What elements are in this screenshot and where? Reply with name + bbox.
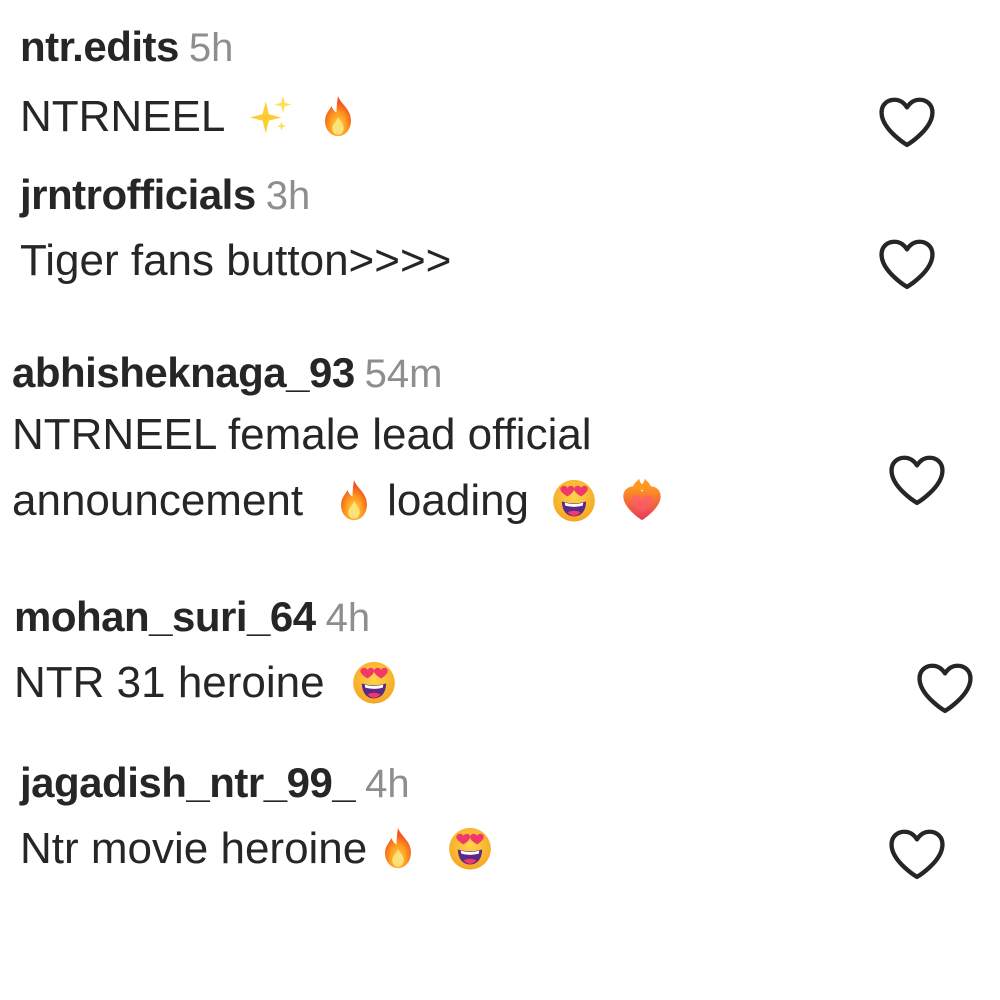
comment-text: Tiger fans button>>>>	[20, 228, 451, 294]
heart-outline-icon[interactable]	[886, 452, 948, 508]
comment-timestamp[interactable]: 54m	[365, 352, 443, 396]
heart-outline-icon[interactable]	[914, 660, 976, 716]
comment-text-content: loading	[387, 476, 530, 525]
comment-header: abhisheknaga_93 54m	[12, 349, 665, 396]
comment-text-content: Ntr movie heroine	[20, 824, 368, 873]
comment-header: jagadish_ntr_99_ 4h	[20, 759, 493, 806]
heart-eyes-emoji	[447, 825, 493, 871]
fire-emoji	[375, 825, 421, 871]
comment-text-line: announcement loading	[12, 468, 665, 528]
comment-timestamp[interactable]: 5h	[189, 26, 234, 70]
username-link[interactable]: jagadish_ntr_99_	[20, 759, 356, 806]
comment-text-clip: NTRNEEL female lead official announcemen…	[12, 402, 665, 528]
heart-outline-icon[interactable]	[876, 236, 938, 292]
username-link[interactable]: abhisheknaga_93	[12, 349, 355, 396]
comment-text-line: NTRNEEL female lead official	[12, 410, 592, 459]
comment-text-content: announcement	[12, 476, 304, 525]
comment-item: jagadish_ntr_99_ 4h Ntr movie heroine	[20, 762, 493, 882]
comment-text-content: NTR 31 heroine	[14, 658, 325, 707]
fire-emoji	[331, 477, 377, 523]
comment-timestamp[interactable]: 4h	[365, 762, 410, 806]
comment-timestamp[interactable]: 3h	[266, 174, 311, 218]
comment-text: NTRNEEL female lead official announcemen…	[12, 402, 665, 528]
heart-on-fire-emoji	[619, 477, 665, 523]
comment-timestamp[interactable]: 4h	[326, 596, 371, 640]
heart-outline-icon[interactable]	[876, 94, 938, 150]
fire-emoji	[315, 93, 361, 139]
heart-eyes-emoji	[351, 659, 397, 705]
comment-text: NTR 31 heroine	[14, 650, 397, 716]
heart-outline-icon[interactable]	[886, 826, 948, 882]
heart-eyes-emoji	[551, 477, 597, 523]
comment-item: jrntrofficials 3h Tiger fans button>>>>	[20, 174, 451, 294]
username-link[interactable]: jrntrofficials	[20, 171, 256, 218]
username-link[interactable]: mohan_suri_64	[14, 593, 316, 640]
comment-text-content: Tiger fans button>>>>	[20, 236, 452, 285]
comment-text-content: NTRNEEL	[20, 92, 226, 141]
username-link[interactable]: ntr.edits	[20, 23, 179, 70]
comment-text: NTRNEEL	[20, 84, 361, 150]
comment-item: abhisheknaga_93 54m NTRNEEL female lead o…	[12, 352, 665, 528]
comment-item: mohan_suri_64 4h NTR 31 heroine	[14, 596, 397, 716]
comment-header: jrntrofficials 3h	[20, 171, 451, 218]
comment-header: mohan_suri_64 4h	[14, 593, 397, 640]
sparkles-emoji	[247, 93, 293, 139]
comment-text: Ntr movie heroine	[20, 816, 493, 882]
comment-header: ntr.edits 5h	[20, 23, 361, 70]
comment-item: ntr.edits 5h NTRNEEL	[20, 26, 361, 150]
